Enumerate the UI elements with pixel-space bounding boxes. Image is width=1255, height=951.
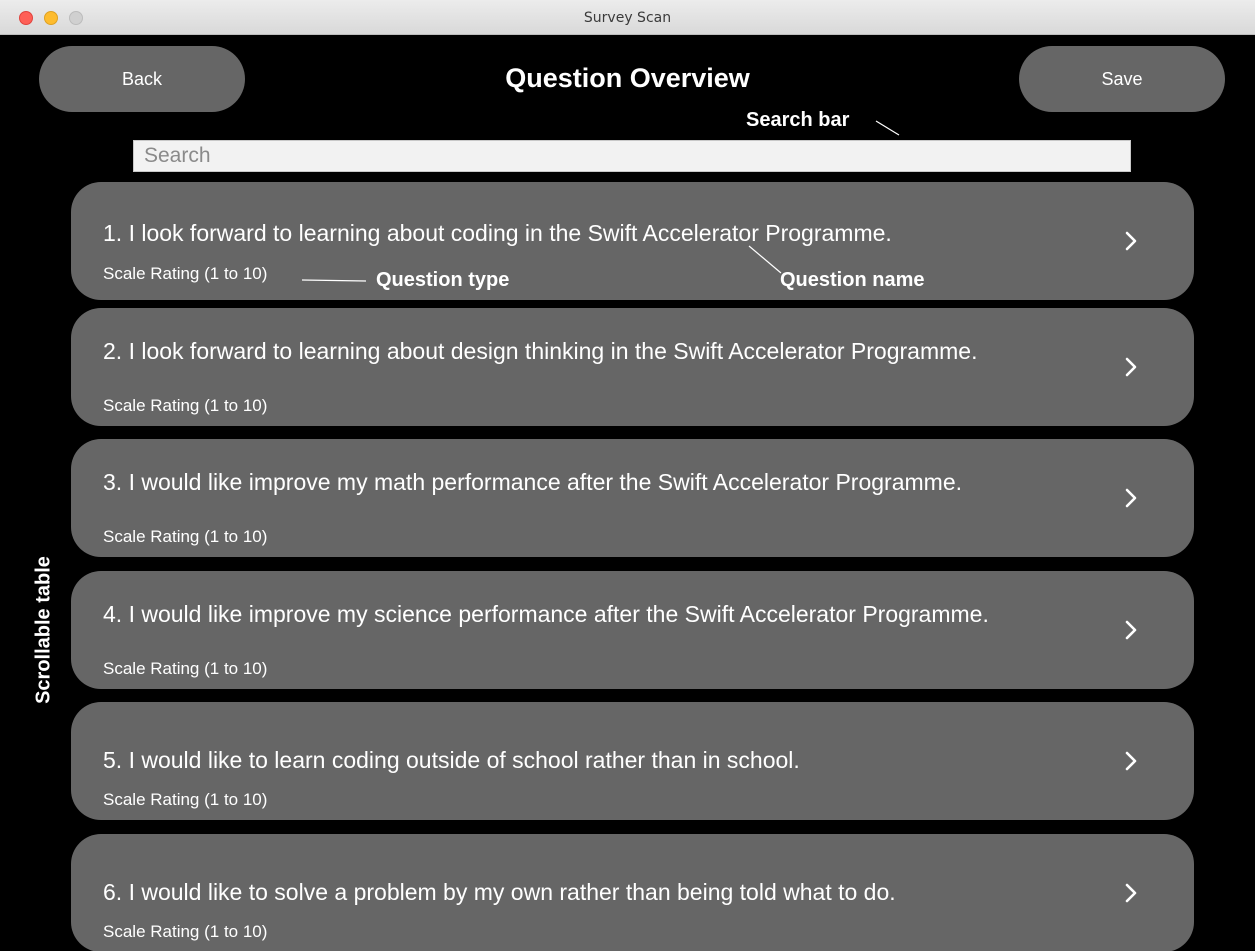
question-type: Scale Rating (1 to 10) [103,659,268,678]
chevron-right-icon [1125,751,1137,771]
window-title: Survey Scan [583,10,672,26]
question-type: Scale Rating (1 to 10) [103,396,268,415]
save-button[interactable]: Save [1019,46,1225,112]
question-name: 5. I would like to learn coding outside … [103,747,800,773]
question-type: Scale Rating (1 to 10) [103,922,268,941]
question-name: 4. I would like improve my science perfo… [103,601,989,627]
question-type: Scale Rating (1 to 10) [103,264,268,283]
chevron-right-icon [1125,357,1137,377]
chevron-right-icon [1125,620,1137,640]
search-bar-pointer-line [875,120,900,136]
question-name: 3. I would like improve my math performa… [103,469,962,495]
question-name: 2. I look forward to learning about desi… [103,338,978,364]
question-row-5[interactable]: 5. I would like to learn coding outside … [71,702,1194,820]
question-type: Scale Rating (1 to 10) [103,790,268,809]
question-row-1[interactable]: 1. I look forward to learning about codi… [71,182,1194,300]
search-input[interactable] [133,140,1131,172]
question-row-6[interactable]: 6. I would like to solve a problem by my… [71,834,1194,951]
question-name: 6. I would like to solve a problem by my… [103,879,896,905]
annotation-scrollable-table: Scrollable table [32,556,55,704]
question-row-4[interactable]: 4. I would like improve my science perfo… [71,571,1194,689]
question-row-3[interactable]: 3. I would like improve my math performa… [71,439,1194,557]
annotation-search-bar: Search bar [746,109,850,131]
question-name: 1. I look forward to learning about codi… [103,220,892,246]
question-type: Scale Rating (1 to 10) [103,527,268,546]
chevron-right-icon [1125,488,1137,508]
annotation-question-type: Question type [376,269,510,291]
question-row-2[interactable]: 2. I look forward to learning about desi… [71,308,1194,426]
chevron-right-icon [1125,883,1137,903]
chevron-right-icon [1125,231,1137,251]
app-content: Back Question Overview Save Search bar 1… [0,35,1255,951]
window-titlebar: Survey Scan [0,0,1255,35]
annotation-question-name: Question name [780,269,925,291]
